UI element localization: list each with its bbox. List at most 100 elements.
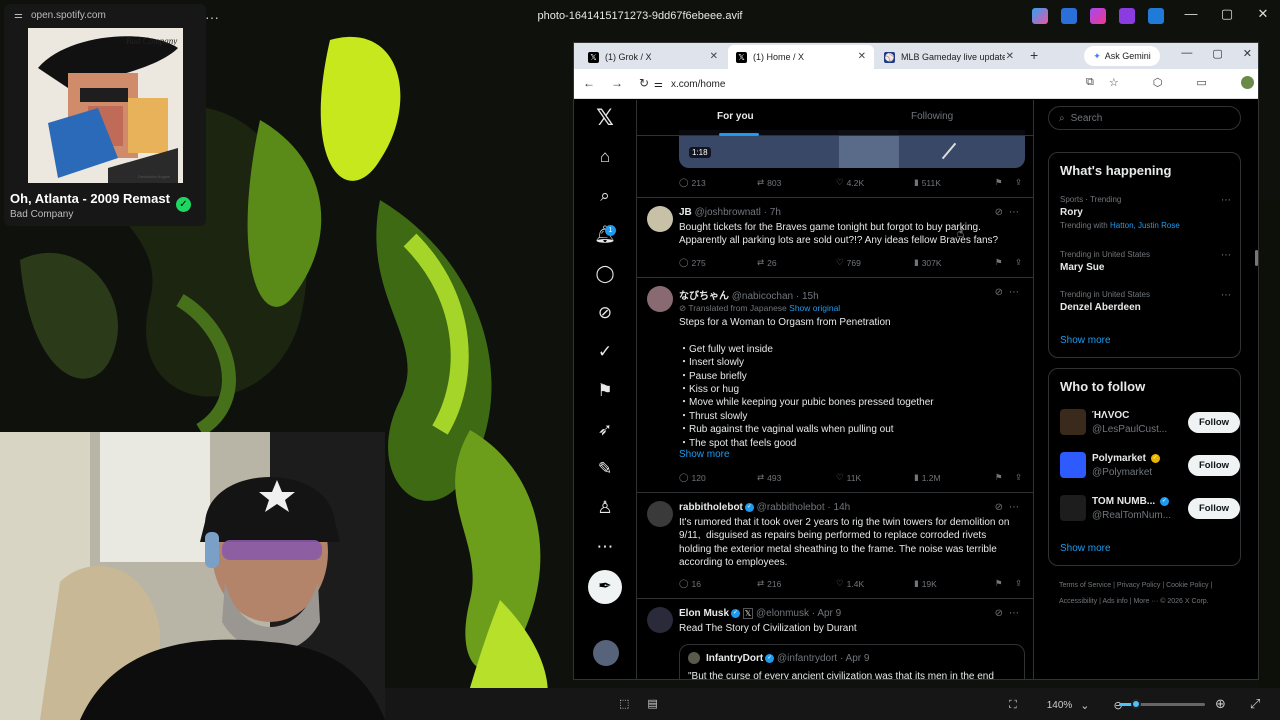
account-avatar[interactable] — [593, 640, 619, 666]
copilot-icon[interactable] — [1032, 8, 1048, 24]
grok-icon[interactable]: ⊘ — [995, 287, 1009, 298]
trend-with-names[interactable]: Hatton, Justin Rose — [1110, 221, 1180, 230]
minimize-button[interactable]: — — [1184, 6, 1198, 22]
author-name[interactable]: なびちゃん — [679, 291, 729, 302]
site-settings-icon[interactable]: ⚌ — [14, 10, 23, 21]
browser-close-button[interactable]: ✕ — [1243, 47, 1252, 60]
follow-suggestion[interactable]: Polymarket ✓ @Polymarket Follow — [1060, 450, 1240, 480]
like-button[interactable]: ♡ 769 — [836, 257, 861, 268]
avatar[interactable] — [647, 286, 673, 312]
views-button[interactable]: ▮ 307K — [914, 257, 942, 268]
show-more-link[interactable]: Show more — [1060, 335, 1111, 346]
quoted-post[interactable]: InfantryDort ✓ @infantrydort · Apr 9 "But… — [679, 644, 1025, 679]
trend-item[interactable]: Sports · Trending Rory Trending with Hat… — [1060, 195, 1235, 230]
maximize-button[interactable]: ▢ — [1220, 6, 1234, 22]
follow-suggestion[interactable]: ΉΛVOC @LesPaulCust... Follow — [1060, 407, 1240, 437]
fit-to-window-icon[interactable]: ⛶ — [1009, 699, 1017, 712]
more-icon[interactable]: ⋯ — [1221, 290, 1231, 301]
more-icon[interactable]: ⋯ — [1009, 207, 1025, 218]
trend-item[interactable]: Trending in United States Denzel Aberdee… — [1060, 290, 1235, 313]
bookmark-star-icon[interactable]: ☆ — [1109, 76, 1119, 89]
like-button[interactable]: ♡ 1.4K — [836, 578, 864, 589]
repost-button[interactable]: ⇄ 26 — [757, 257, 777, 268]
back-icon[interactable]: ← — [583, 76, 595, 90]
messages-icon[interactable]: ◯ — [594, 263, 616, 285]
author-handle[interactable]: @joshbrownatl · 7h — [695, 207, 781, 218]
bookmark-button[interactable]: ⚑ — [995, 257, 1003, 268]
follow-button[interactable]: Follow — [1188, 498, 1240, 519]
views-button[interactable]: ▮ 511K — [914, 177, 941, 188]
zoom-slider-thumb[interactable] — [1131, 699, 1141, 709]
designer-icon[interactable] — [1090, 8, 1106, 24]
crop-icon[interactable]: ⬚ — [619, 697, 629, 710]
browser-minimize-button[interactable]: — — [1181, 47, 1192, 60]
profile-icon[interactable]: ♙ — [594, 497, 616, 519]
grok-icon[interactable]: ⊘ — [995, 207, 1009, 218]
cast-icon[interactable]: ▭ — [1196, 76, 1206, 89]
forward-icon[interactable]: → — [611, 76, 623, 90]
bookmark-button[interactable]: ⚑ — [995, 578, 1003, 589]
reply-button[interactable]: ◯ 16 — [679, 578, 701, 589]
extensions-icon[interactable]: ⬡ — [1153, 76, 1163, 89]
grok-icon[interactable]: ⊘ — [995, 502, 1009, 513]
reply-button[interactable]: ◯ 120 — [679, 472, 706, 483]
install-app-icon[interactable]: ⧉ — [1086, 76, 1094, 89]
search-input[interactable]: ⌕ Search — [1048, 106, 1241, 130]
tab-mlb[interactable]: ⚾ MLB Gameday live updates ✕ — [876, 45, 1022, 69]
author-name[interactable]: JB — [679, 207, 692, 218]
home-icon[interactable]: ⌂ — [594, 146, 616, 168]
address-bar[interactable]: ⚌ x.com/home — [654, 74, 1154, 94]
show-more-link[interactable]: Show more — [1060, 543, 1111, 554]
grok-icon[interactable]: ⊘ — [995, 608, 1009, 619]
views-button[interactable]: ▮ 19K — [914, 578, 937, 589]
ask-gemini-button[interactable]: ✦ Ask Gemini — [1084, 46, 1160, 66]
more-icon[interactable]: ⋯ — [1221, 250, 1231, 261]
share-button[interactable]: ⇪ — [1015, 257, 1022, 268]
like-button[interactable]: ♡ 4.2K — [836, 177, 864, 188]
follow-suggestion[interactable]: TOM NUMB... ✓ @RealTomNum... Follow — [1060, 493, 1240, 523]
feed-post[interactable]: JB @joshbrownatl · 7h ⊘⋯ Bought tickets … — [637, 198, 1033, 278]
tab-for-you[interactable]: For you — [717, 111, 754, 122]
compose-post-button[interactable]: ✒ — [588, 570, 622, 604]
premium-check-icon[interactable]: ✓ — [594, 341, 616, 363]
more-options-icon[interactable]: ··· — [205, 9, 219, 25]
more-icon[interactable]: ⋯ — [594, 536, 616, 558]
jobs-rocket-icon[interactable]: ➶ — [594, 419, 616, 441]
explore-search-icon[interactable]: ⌕ — [594, 185, 616, 207]
bookmarks-icon[interactable]: ⚑ — [594, 380, 616, 402]
show-original-link[interactable]: Show original — [789, 303, 840, 313]
chevron-down-icon[interactable]: ⌄ — [1080, 699, 1089, 712]
articles-icon[interactable]: ✎ — [594, 458, 616, 480]
views-button[interactable]: ▮ 1.2M — [914, 472, 941, 483]
show-more-link[interactable]: Show more — [679, 449, 730, 460]
site-info-icon[interactable]: ⚌ — [654, 79, 663, 90]
share-button[interactable]: ⇪ — [1015, 177, 1022, 188]
close-tab-icon[interactable]: ✕ — [710, 51, 718, 62]
saved-check-icon[interactable]: ✓ — [176, 197, 191, 212]
tab-following[interactable]: Following — [911, 111, 953, 122]
more-icon[interactable]: ⋯ — [1009, 502, 1025, 513]
feed-post[interactable]: なびちゃん @nabicochan · 15h ⊘⋯ ⊘ Translated … — [637, 278, 1033, 493]
tab-grok[interactable]: 𝕏 (1) Grok / X ✕ — [580, 45, 726, 69]
share-button[interactable]: ⇪ — [1015, 472, 1022, 483]
new-tab-button[interactable]: + — [1030, 47, 1038, 63]
close-tab-icon[interactable]: ✕ — [1006, 51, 1014, 62]
reply-button[interactable]: ◯ 275 — [679, 257, 706, 268]
repost-button[interactable]: ⇄ 493 — [757, 472, 781, 483]
footer-links[interactable]: Terms of Service | Privacy Policy | Cook… — [1059, 578, 1239, 610]
bookmark-button[interactable]: ⚑ — [995, 177, 1003, 188]
profile-avatar[interactable] — [1240, 76, 1254, 89]
cloud-off-icon[interactable] — [1148, 8, 1164, 24]
more-icon[interactable]: ⋯ — [1009, 608, 1025, 619]
reply-button[interactable]: ◯ 213 — [679, 177, 706, 188]
author-handle[interactable]: @rabbitholebot · 14h — [757, 502, 851, 513]
fullscreen-icon[interactable]: ⤢ — [1250, 696, 1260, 712]
trend-item[interactable]: Trending in United States Mary Sue ⋯ — [1060, 250, 1235, 273]
zoom-slider[interactable] — [1119, 699, 1205, 709]
clipchamp-icon[interactable] — [1119, 8, 1135, 24]
more-icon[interactable]: ⋯ — [1221, 195, 1231, 206]
avatar[interactable] — [647, 501, 673, 527]
more-icon[interactable]: ⋯ — [1009, 287, 1025, 298]
zoom-level[interactable]: 140% — [1047, 700, 1073, 711]
reload-icon[interactable]: ↻ — [639, 76, 649, 90]
